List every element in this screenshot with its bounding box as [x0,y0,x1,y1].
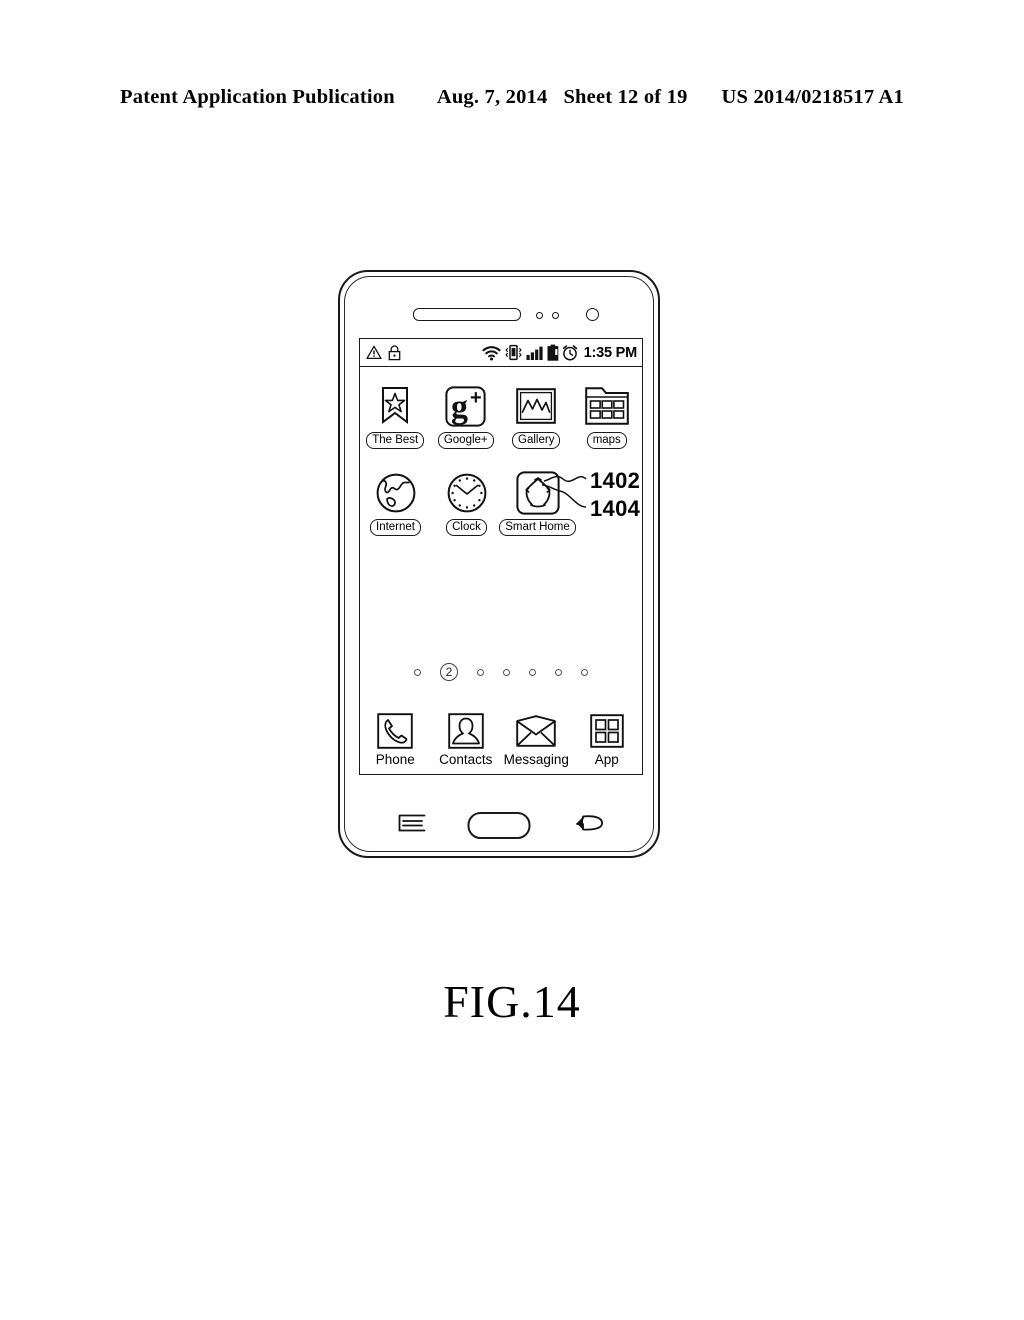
phone-device: 1:35 PM The Best g + Google+ Gallery map… [338,270,660,858]
reference-numeral-1404: 1404 [590,496,641,521]
contact-person-icon [448,711,484,751]
app-label: Internet [370,519,421,536]
page-dot-current[interactable]: 2 [440,663,458,681]
app-icon-smart-home[interactable]: Smart Home [499,470,576,536]
warning-icon [366,345,382,360]
dock-label: Contacts [439,752,493,767]
google-plus-icon: g + [445,383,486,429]
patent-number: US 2014/0218517 A1 [721,86,904,108]
page-dot[interactable] [581,668,588,676]
bookmark-star-icon [379,383,411,429]
app-label: Gallery [512,432,561,449]
globe-icon [376,470,416,516]
earpiece-speaker [413,308,521,321]
home-button[interactable] [467,812,531,839]
phone-screen: 1:35 PM The Best g + Google+ Gallery map… [359,338,643,775]
app-label: The Best [366,432,425,449]
vibrate-icon [504,344,523,361]
phone-handset-icon [377,711,413,751]
page-indicator[interactable]: 2 [360,663,642,681]
app-label: Clock [446,519,487,536]
dock-label: Phone [375,752,415,767]
maps-folder-icon [584,383,629,429]
page-dot[interactable] [414,668,421,676]
page-dot[interactable] [477,668,484,676]
dock-item-app[interactable]: App [572,711,643,768]
light-sensor-icon [552,312,559,319]
alarm-icon [562,344,578,361]
app-icon-clock[interactable]: Clock [431,470,502,536]
figure-caption: FIG.14 [443,976,581,1027]
proximity-sensor-icon [536,312,543,319]
page-dot[interactable] [503,668,510,676]
home-screen: The Best g + Google+ Gallery maps Intern… [360,367,642,774]
svg-text:+: + [470,387,482,409]
dock-label: Messaging [503,752,569,767]
reference-numeral-1402: 1402 [590,468,641,493]
page-dot[interactable] [529,668,536,676]
svg-text:g: g [451,389,468,426]
app-icon-gallery[interactable]: Gallery [501,383,572,449]
page-dot[interactable] [555,668,562,676]
gallery-icon [516,383,557,429]
menu-button[interactable] [398,814,426,832]
dock-item-messaging[interactable]: Messaging [501,711,572,768]
app-label: Smart Home [499,519,576,536]
publication-date: Aug. 7, 2014 [436,86,548,108]
clock-icon [447,470,487,516]
dock-item-contacts[interactable]: Contacts [431,711,502,768]
app-icon-the-best[interactable]: The Best [360,383,431,449]
app-grid-icon [590,711,624,751]
envelope-icon [516,711,556,751]
dock-bar: Phone Contacts Messaging App [360,711,642,768]
signal-icon [526,345,544,361]
dock-item-phone[interactable]: Phone [360,711,431,768]
dock-label: App [594,752,619,767]
app-icon-maps[interactable]: maps [572,383,643,449]
sheet-number: Sheet 12 of 19 [563,86,688,108]
status-bar: 1:35 PM [360,339,642,367]
status-bar-clock: 1:35 PM [583,344,638,361]
smart-home-icon [515,470,560,516]
app-label: maps [586,432,627,449]
patent-header: Patent Application Publication Aug. 7, 2… [0,86,1024,109]
app-icon-google-plus[interactable]: g + Google+ [431,383,502,449]
wifi-icon [482,345,501,361]
battery-icon [547,344,559,361]
publication-title: Patent Application Publication [120,86,395,108]
app-label: Google+ [437,432,494,449]
back-button[interactable] [575,813,605,833]
front-camera-icon [586,308,599,321]
app-icon-internet[interactable]: Internet [360,470,431,536]
app-row-1: The Best g + Google+ Gallery maps [360,383,642,449]
lock-icon [388,344,401,361]
